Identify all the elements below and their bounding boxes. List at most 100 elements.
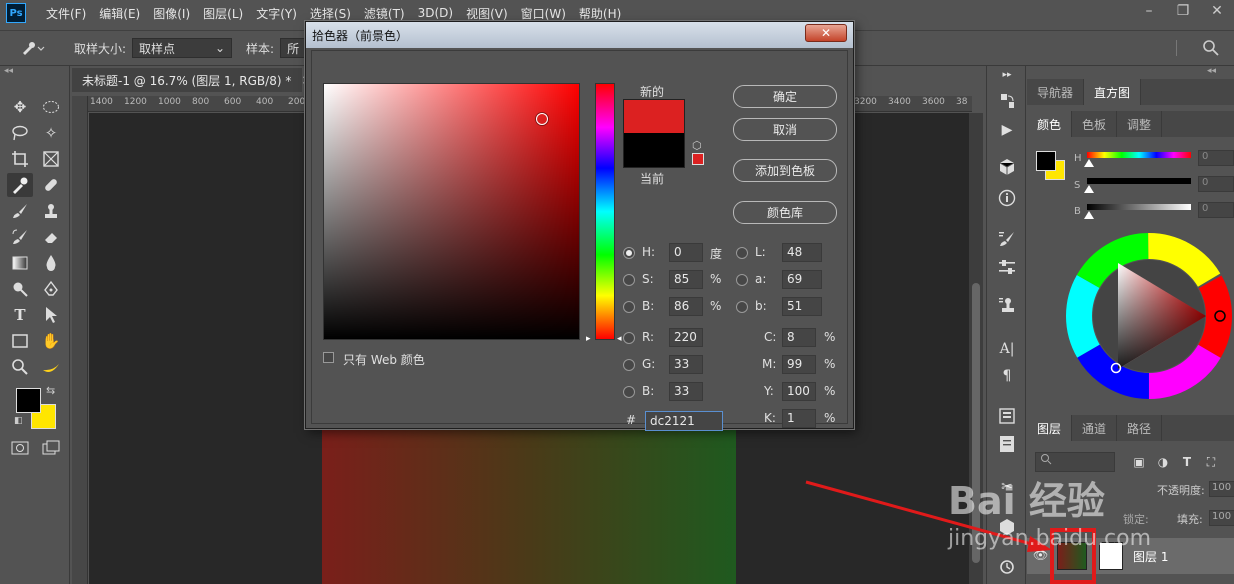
saturation-brightness-field[interactable] (323, 83, 580, 340)
lasso-tool-icon[interactable] (7, 121, 33, 145)
frame-tool-icon[interactable] (38, 147, 64, 171)
field-b-lab[interactable]: 51 (782, 297, 822, 316)
tab-adjustments[interactable]: 调整 (1117, 111, 1163, 137)
field-m[interactable]: 99 (782, 355, 816, 374)
tab-navigator[interactable]: 导航器 (1027, 79, 1085, 105)
actions-play-icon[interactable]: ▶ (995, 119, 1019, 141)
filter-type-icon[interactable]: T (1179, 454, 1195, 470)
marquee-tool-icon[interactable] (38, 95, 64, 119)
pen-tool-icon[interactable] (38, 277, 64, 301)
filter-image-icon[interactable]: ▣ (1131, 454, 1147, 470)
current-color-swatch[interactable] (623, 133, 685, 168)
type-tool-icon[interactable]: T (7, 303, 33, 327)
menu-view[interactable]: 视图(V) (466, 5, 508, 22)
hex-input[interactable]: dc2121 (645, 411, 723, 431)
web-safe-cube-icon[interactable]: ⬡ (692, 139, 702, 152)
path-selection-tool-icon[interactable] (38, 303, 64, 327)
tab-layers[interactable]: 图层 (1027, 415, 1073, 441)
healing-brush-tool-icon[interactable] (38, 173, 64, 197)
radio-b-lab[interactable] (736, 301, 748, 313)
field-a[interactable]: 69 (782, 270, 822, 289)
gradient-tool-icon[interactable] (7, 251, 33, 275)
brush-tool-icon[interactable] (7, 199, 33, 223)
saturation-value-field[interactable]: 0 (1198, 176, 1234, 192)
brightness-value-field[interactable]: 0 (1198, 202, 1234, 218)
history-panel-icon[interactable] (995, 90, 1019, 112)
menu-window[interactable]: 窗口(W) (521, 5, 566, 22)
clone-stamp-tool-icon[interactable] (38, 199, 64, 223)
libraries-panel-icon[interactable] (995, 405, 1019, 427)
field-h[interactable]: 0 (669, 243, 703, 262)
radio-r[interactable] (623, 332, 635, 344)
crop-tool-icon[interactable] (7, 147, 33, 171)
banana-tool-icon[interactable] (38, 355, 64, 379)
menu-select[interactable]: 选择(S) (310, 5, 351, 22)
tab-swatches[interactable]: 色板 (1072, 111, 1118, 137)
opacity-field[interactable]: 100 (1209, 481, 1234, 497)
rectangle-tool-icon[interactable] (7, 329, 33, 353)
add-to-swatches-button[interactable]: 添加到色板 (733, 159, 837, 182)
hue-slider-left-thumb-icon[interactable]: ▸ (586, 334, 591, 344)
saturation-slider[interactable] (1087, 178, 1191, 184)
fill-field[interactable]: 100 (1209, 510, 1234, 526)
hue-slider[interactable] (1087, 152, 1191, 158)
hue-slider-thumb-icon[interactable] (1084, 159, 1094, 167)
radio-l[interactable] (736, 247, 748, 259)
tool-preset-eyedropper-icon[interactable] (20, 37, 46, 59)
hand-tool-icon[interactable]: ✋ (38, 329, 64, 353)
eyedropper-tool-icon[interactable] (7, 173, 33, 197)
collapse-arrows-icon[interactable]: ◂◂ (1207, 66, 1216, 76)
tab-channels[interactable]: 通道 (1072, 415, 1118, 441)
radio-h[interactable] (623, 247, 635, 259)
restore-button[interactable]: ❐ (1166, 0, 1200, 22)
field-c[interactable]: 8 (782, 328, 816, 347)
zoom-tool-icon[interactable] (7, 355, 33, 379)
field-g[interactable]: 33 (669, 355, 703, 374)
field-y[interactable]: 100 (782, 382, 816, 401)
field-s[interactable]: 85 (669, 270, 703, 289)
dodge-tool-icon[interactable] (7, 277, 33, 301)
tab-histogram[interactable]: 直方图 (1084, 79, 1142, 105)
filter-shape-icon[interactable]: ⛶ (1203, 454, 1219, 470)
document-canvas[interactable] (322, 420, 736, 584)
field-brightness[interactable]: 86 (669, 297, 703, 316)
move-tool-icon[interactable]: ✥ (7, 95, 33, 119)
menu-image[interactable]: 图像(I) (153, 5, 190, 22)
minimize-button[interactable]: – (1132, 0, 1166, 22)
menu-type[interactable]: 文字(Y) (256, 5, 297, 22)
radio-s[interactable] (623, 274, 635, 286)
menu-file[interactable]: 文件(F) (46, 5, 86, 22)
saturation-slider-thumb-icon[interactable] (1084, 185, 1094, 193)
default-colors-icon[interactable]: ◧ (14, 416, 23, 426)
brightness-slider-thumb-icon[interactable] (1084, 211, 1094, 219)
gamut-warning-swatch[interactable] (692, 153, 704, 165)
radio-g[interactable] (623, 359, 635, 371)
panel-foreground-swatch[interactable] (1036, 151, 1056, 171)
web-colors-only-checkbox[interactable] (323, 352, 334, 363)
tab-color[interactable]: 颜色 (1027, 111, 1073, 137)
foreground-color-swatch[interactable] (16, 388, 41, 413)
history-brush-tool-icon[interactable] (7, 225, 33, 249)
search-icon[interactable] (1202, 39, 1220, 60)
collapse-arrows-icon[interactable]: ◂◂ (4, 66, 13, 76)
dialog-close-button[interactable]: ✕ (805, 24, 847, 42)
character-panel-icon[interactable]: A| (995, 338, 1019, 360)
filter-adjustment-icon[interactable]: ◑ (1155, 454, 1171, 470)
menu-help[interactable]: 帮助(H) (579, 5, 621, 22)
collapse-arrows-icon[interactable]: ▸▸ (995, 70, 1019, 80)
adjustments-sliders-icon[interactable] (995, 256, 1019, 278)
field-r[interactable]: 220 (669, 328, 703, 347)
radio-brightness[interactable] (623, 301, 635, 313)
screen-mode-icon[interactable] (38, 436, 64, 460)
color-libraries-button[interactable]: 颜色库 (733, 201, 837, 224)
info-panel-icon[interactable] (995, 187, 1019, 209)
eraser-tool-icon[interactable] (38, 225, 64, 249)
sample-size-select[interactable]: 取样点 ⌄ (132, 38, 233, 58)
quick-mask-icon[interactable] (7, 436, 33, 460)
blur-tool-icon[interactable] (38, 251, 64, 275)
menu-filter[interactable]: 滤镜(T) (364, 5, 405, 22)
radio-blue[interactable] (623, 386, 635, 398)
menu-3d[interactable]: 3D(D) (418, 6, 453, 20)
magic-wand-tool-icon[interactable]: ✧ (38, 121, 64, 145)
swap-colors-icon[interactable]: ⇆ (46, 384, 55, 397)
